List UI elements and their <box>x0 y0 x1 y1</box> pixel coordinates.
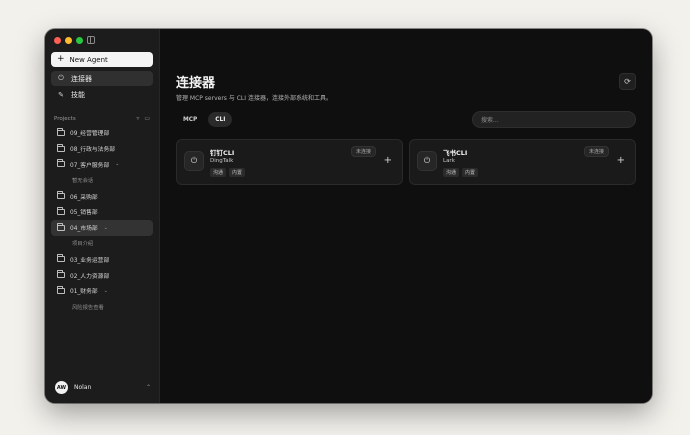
tab-mcp[interactable]: MCP <box>176 112 204 127</box>
project-label: 02_人力资源部 <box>70 273 110 280</box>
sidebar-toggle-icon[interactable] <box>87 36 95 44</box>
connector-card-dingtalk[interactable]: ⏻ 钉钉CLI DingTalk 沟通 内置 未连接 + <box>176 139 403 185</box>
search-placeholder: 搜索... <box>481 117 499 124</box>
chevron-down-icon[interactable]: ⌄ <box>104 225 108 231</box>
folder-icon <box>57 206 65 215</box>
folder-icon <box>57 191 65 200</box>
user-menu[interactable]: AW Nolan ⌃ <box>55 381 151 394</box>
new-agent-label: New Agent <box>69 55 108 64</box>
plus-icon: + <box>57 54 65 64</box>
page-title: 连接器 <box>176 76 216 91</box>
new-agent-button[interactable]: + New Agent <box>51 52 153 67</box>
folder-open-icon <box>57 285 65 294</box>
minimize-window-button[interactable] <box>65 37 72 44</box>
page-description: 管理 MCP servers 与 CLI 连接器，连接外部系统和工具。 <box>176 95 332 102</box>
project-folder[interactable]: 02_人力资源部 <box>51 267 153 283</box>
folder-icon <box>57 127 65 136</box>
tag: 内置 <box>229 168 246 177</box>
card-subtitle: DingTalk <box>210 158 234 164</box>
add-connector-button[interactable]: + <box>617 156 625 166</box>
window-controls <box>54 37 83 44</box>
connector-tabs: MCP CLI <box>176 112 233 127</box>
project-folder[interactable]: 05_销售部 <box>51 204 153 220</box>
sidebar-item-skills[interactable]: ✎ 技能 <box>51 87 153 102</box>
card-tags: 沟通 内置 <box>210 168 246 177</box>
status-badge: 未连接 <box>350 146 376 157</box>
project-folder[interactable]: 08_行政与法务部 <box>51 141 153 157</box>
card-tags: 沟通 内置 <box>443 168 479 177</box>
project-session-item[interactable]: 暂无会话 <box>51 172 153 188</box>
project-label: 09_经营管理部 <box>70 131 110 138</box>
projects-label: Projects <box>54 115 76 122</box>
connector-cards: ⏻ 钉钉CLI DingTalk 沟通 内置 未连接 + ⏻ 飞书CLI Lar… <box>176 139 636 185</box>
project-label: 08_行政与法务部 <box>70 147 116 154</box>
status-badge: 未连接 <box>583 146 609 157</box>
project-label: 04_市场部 <box>70 226 98 233</box>
project-label: 07_客户服务部 <box>70 162 110 169</box>
user-name: Nolan <box>74 384 92 391</box>
app-window: + New Agent ⏻ 连接器 ✎ 技能 Projects ▿ ▭ 09_经… <box>45 29 652 403</box>
project-folder[interactable]: 07_客户服务部 ⌄ <box>51 157 153 173</box>
sidebar: + New Agent ⏻ 连接器 ✎ 技能 Projects ▿ ▭ 09_经… <box>45 29 160 403</box>
refresh-button[interactable]: ⟳ <box>619 73 636 90</box>
chevron-down-icon[interactable]: ⌄ <box>115 161 119 167</box>
folder-icon <box>57 254 65 263</box>
plug-icon: ⏻ <box>58 74 64 82</box>
main-panel: 连接器 管理 MCP servers 与 CLI 连接器，连接外部系统和工具。 … <box>160 29 652 403</box>
project-session-item[interactable]: 项目介绍 <box>51 236 153 252</box>
sidebar-item-label: 技能 <box>71 90 85 99</box>
project-folder[interactable]: 06_采购部 <box>51 188 153 204</box>
tag: 沟通 <box>210 168 227 177</box>
filter-icon[interactable]: ▿ <box>136 115 139 122</box>
sidebar-item-connectors[interactable]: ⏻ 连接器 <box>51 71 153 86</box>
close-window-button[interactable] <box>54 37 61 44</box>
project-label: 03_业务运营部 <box>70 257 110 264</box>
search-input[interactable]: 搜索... <box>472 111 636 128</box>
project-folder[interactable]: 03_业务运营部 <box>51 251 153 267</box>
card-title: 飞书CLI <box>443 149 468 157</box>
tab-cli[interactable]: CLI <box>208 112 233 127</box>
add-connector-button[interactable]: + <box>384 156 392 166</box>
project-label: 06_采购部 <box>70 194 98 201</box>
tag: 内置 <box>462 168 479 177</box>
plug-icon: ⏻ <box>417 151 437 171</box>
tag: 沟通 <box>443 168 460 177</box>
wrench-icon: ✎ <box>58 90 64 99</box>
new-folder-icon[interactable]: ▭ <box>144 115 150 122</box>
folder-open-icon <box>57 159 65 168</box>
avatar: AW <box>55 381 68 394</box>
project-label: 01_财务部 <box>70 289 98 296</box>
projects-header: Projects ▿ ▭ <box>54 115 150 122</box>
refresh-icon: ⟳ <box>624 77 631 86</box>
plug-icon: ⏻ <box>184 151 204 171</box>
folder-icon <box>57 143 65 152</box>
project-folder[interactable]: 09_经营管理部 <box>51 125 153 141</box>
chevron-down-icon[interactable]: ⌄ <box>104 288 108 294</box>
project-session-item[interactable]: 风险报告查看 <box>51 299 153 315</box>
project-folder-active[interactable]: 04_市场部 ⌄ <box>51 219 153 236</box>
card-title: 钉钉CLI <box>210 149 235 157</box>
project-folder[interactable]: 01_财务部 ⌄ <box>51 283 153 299</box>
chevron-up-icon[interactable]: ⌃ <box>146 384 151 391</box>
connector-card-lark[interactable]: ⏻ 飞书CLI Lark 沟通 内置 未连接 + <box>409 139 636 185</box>
sidebar-item-label: 连接器 <box>71 74 92 83</box>
project-label: 05_销售部 <box>70 210 98 217</box>
card-subtitle: Lark <box>443 158 455 164</box>
folder-open-icon <box>57 222 65 231</box>
project-list: 09_经营管理部 08_行政与法务部 07_客户服务部 ⌄ 暂无会话 06_采购… <box>51 125 153 315</box>
folder-icon <box>57 270 65 279</box>
maximize-window-button[interactable] <box>76 37 83 44</box>
